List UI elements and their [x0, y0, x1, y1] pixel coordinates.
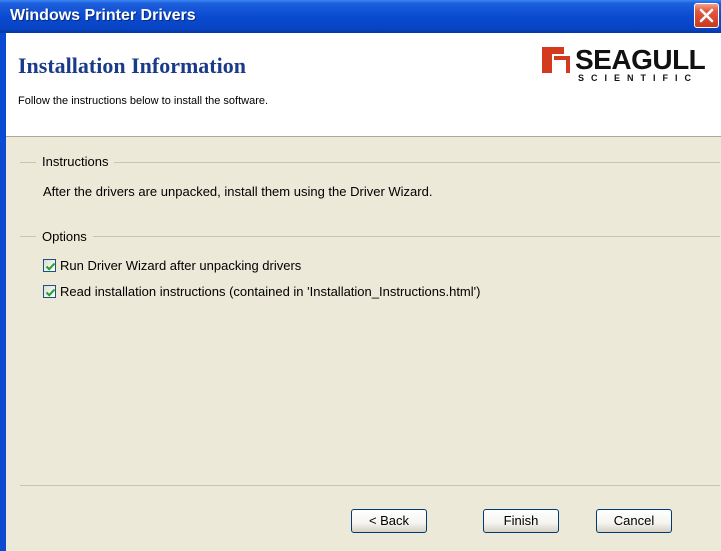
checkmark-icon — [45, 262, 56, 271]
page-subtitle: Follow the instructions below to install… — [18, 95, 269, 107]
instructions-group-line — [20, 162, 720, 163]
options-group-line — [20, 236, 720, 237]
instructions-text: After the drivers are unpacked, install … — [43, 184, 433, 199]
logo-sub-text: SCIENTIFIC — [578, 73, 699, 83]
close-icon — [699, 8, 714, 23]
window-title: Windows Printer Drivers — [10, 7, 196, 24]
seagull-logo: SEAGULL SCIENTIFIC — [542, 44, 721, 85]
installer-window: Windows Printer Drivers Installation Inf… — [0, 0, 721, 551]
seagull-mark-icon — [542, 47, 570, 73]
option-run-driver-wizard[interactable]: Run Driver Wizard after unpacking driver… — [43, 258, 301, 273]
checkmark-icon — [45, 288, 56, 297]
title-bar[interactable]: Windows Printer Drivers — [0, 0, 721, 33]
logo-brand-text: SEAGULL — [575, 44, 706, 75]
close-button[interactable] — [694, 3, 719, 28]
run-wizard-checkbox[interactable] — [43, 259, 56, 272]
page-title: Installation Information — [18, 53, 246, 78]
footer-separator — [20, 485, 720, 486]
instructions-group-label: Instructions — [36, 154, 115, 169]
option-read-instructions[interactable]: Read installation instructions (containe… — [43, 284, 480, 299]
back-button[interactable]: < Back — [351, 509, 427, 533]
content-area: Instructions After the drivers are unpac… — [6, 137, 721, 551]
finish-button[interactable]: Finish — [483, 509, 559, 533]
read-instructions-checkbox[interactable] — [43, 285, 56, 298]
run-wizard-label[interactable]: Run Driver Wizard after unpacking driver… — [60, 258, 301, 273]
cancel-button[interactable]: Cancel — [596, 509, 672, 533]
read-instructions-label[interactable]: Read installation instructions (containe… — [60, 284, 480, 299]
options-group-label: Options — [36, 229, 93, 244]
header-panel: Installation Information Follow the inst… — [6, 33, 721, 137]
